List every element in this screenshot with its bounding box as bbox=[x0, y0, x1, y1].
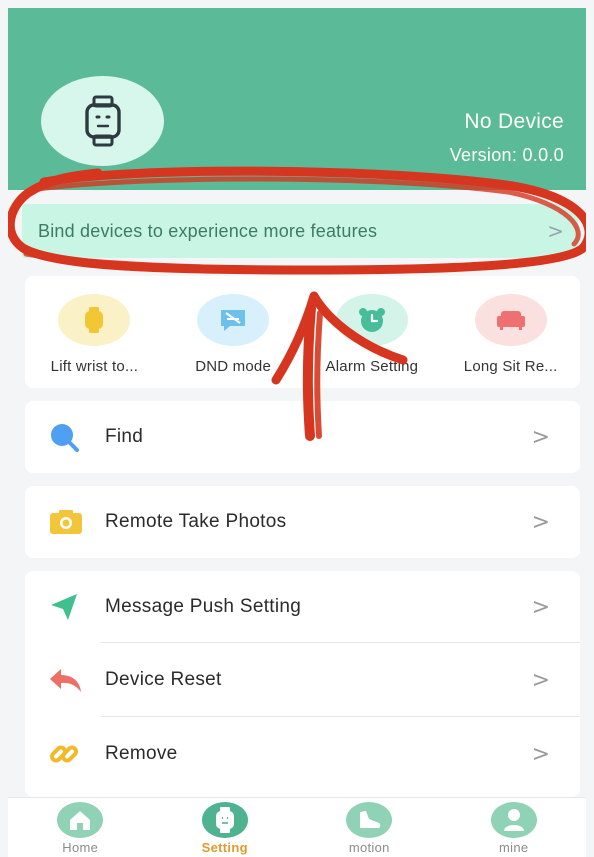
device-header: No Device Version: 0.0.0 bbox=[8, 8, 586, 190]
person-icon bbox=[490, 802, 537, 838]
device-settings-card: Message Push Setting > Device Reset > Re… bbox=[25, 571, 580, 797]
bottom-tab-bar: Home Setting motion mine bbox=[8, 797, 586, 857]
remote-photos-card: Remote Take Photos > bbox=[25, 486, 580, 558]
undo-arrow-icon bbox=[49, 664, 89, 696]
quick-action-label: Lift wrist to... bbox=[50, 358, 139, 375]
chevron-right-icon: > bbox=[531, 424, 550, 450]
find-row[interactable]: Find > bbox=[25, 401, 580, 473]
quick-action-lift-wrist[interactable]: Lift wrist to... bbox=[25, 276, 164, 388]
dnd-message-icon bbox=[197, 294, 270, 346]
quick-action-label: Alarm Setting bbox=[325, 358, 419, 375]
remove-row[interactable]: Remove > bbox=[25, 717, 580, 791]
quick-action-label: Long Sit Re... bbox=[463, 358, 558, 375]
tab-mine[interactable]: mine bbox=[442, 798, 587, 857]
bind-device-banner[interactable]: Bind devices to experience more features… bbox=[22, 204, 578, 258]
remote-take-photos-label: Remote Take Photos bbox=[105, 511, 287, 532]
device-name: No Device bbox=[464, 110, 564, 133]
sofa-icon bbox=[474, 294, 547, 346]
device-version: Version: 0.0.0 bbox=[449, 145, 564, 165]
chevron-right-icon: > bbox=[547, 219, 564, 243]
watch-icon bbox=[58, 294, 131, 346]
link-icon bbox=[49, 738, 89, 770]
remove-label: Remove bbox=[105, 743, 178, 764]
message-push-setting-row[interactable]: Message Push Setting > bbox=[25, 571, 580, 643]
chevron-right-icon: > bbox=[531, 741, 550, 767]
search-icon bbox=[49, 421, 89, 453]
tab-motion[interactable]: motion bbox=[297, 798, 442, 857]
bind-banner-text: Bind devices to experience more features bbox=[38, 220, 378, 241]
shoe-icon bbox=[346, 802, 393, 838]
alarm-clock-icon bbox=[335, 294, 408, 346]
device-reset-row[interactable]: Device Reset > bbox=[25, 643, 580, 717]
tab-label: Setting bbox=[201, 840, 248, 855]
message-push-setting-label: Message Push Setting bbox=[105, 596, 302, 617]
tab-home[interactable]: Home bbox=[8, 798, 153, 857]
send-icon bbox=[49, 591, 89, 623]
find-label: Find bbox=[105, 426, 144, 447]
chevron-right-icon: > bbox=[531, 667, 550, 693]
device-reset-label: Device Reset bbox=[105, 669, 222, 690]
tab-label: motion bbox=[348, 840, 390, 855]
device-avatar[interactable] bbox=[41, 76, 164, 166]
screen: No Device Version: 0.0.0 Bind devices to… bbox=[8, 8, 586, 857]
find-card: Find > bbox=[25, 401, 580, 473]
chevron-right-icon: > bbox=[531, 509, 550, 535]
quick-action-alarm-setting[interactable]: Alarm Setting bbox=[303, 276, 442, 388]
quick-actions-card: Lift wrist to... DND mode Alarm Setting … bbox=[25, 276, 580, 388]
tab-setting[interactable]: Setting bbox=[153, 798, 298, 857]
quick-action-label: DND mode bbox=[195, 358, 272, 375]
tab-label: mine bbox=[499, 840, 529, 855]
watch-icon bbox=[201, 802, 248, 838]
camera-icon bbox=[49, 506, 89, 538]
watch-icon bbox=[84, 95, 121, 147]
quick-action-dnd-mode[interactable]: DND mode bbox=[164, 276, 303, 388]
chevron-right-icon: > bbox=[531, 594, 550, 620]
quick-action-long-sit-reminder[interactable]: Long Sit Re... bbox=[441, 276, 580, 388]
tab-label: Home bbox=[62, 840, 99, 855]
home-icon bbox=[57, 802, 104, 838]
remote-take-photos-row[interactable]: Remote Take Photos > bbox=[25, 486, 580, 558]
